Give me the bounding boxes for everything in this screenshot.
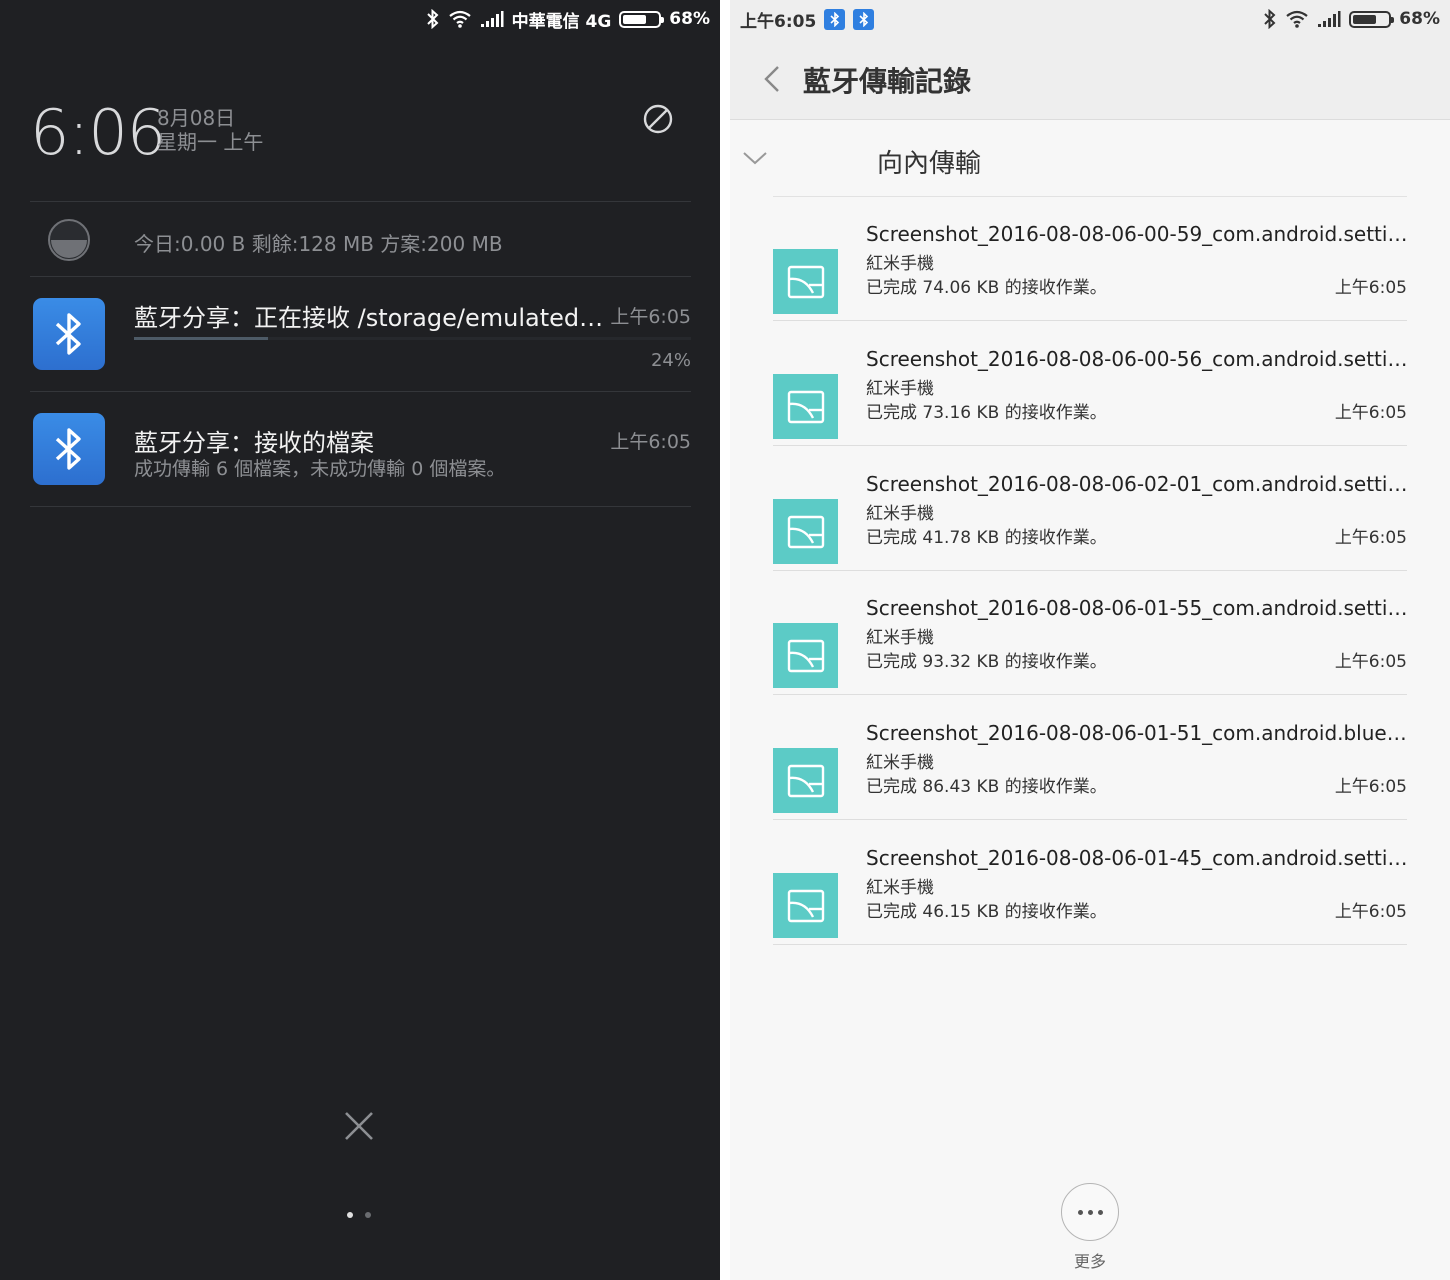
notification-shade: 中華電信 4G 68% 6:06 8月08日 星期一 上午 今日:0.00 B … xyxy=(0,0,720,1280)
bluetooth-app-icon xyxy=(33,413,105,485)
file-row[interactable]: Screenshot_2016-08-08-06-00-56_com.andro… xyxy=(773,321,1411,446)
file-time: 上午6:05 xyxy=(1334,278,1407,298)
clock-date: 8月08日 星期一 上午 xyxy=(157,106,263,154)
clock-time: 6:06 xyxy=(30,96,166,169)
date-label: 8月08日 xyxy=(157,106,236,130)
bluetooth-icon xyxy=(426,9,439,29)
file-status: 已完成 86.43 KB 的接收作業。 xyxy=(866,777,1107,797)
file-time: 上午6:05 xyxy=(1334,403,1407,423)
file-name: Screenshot_2016-08-08-06-00-56_com.andro… xyxy=(866,347,1411,371)
do-not-disturb-icon[interactable] xyxy=(642,103,674,135)
battery-percent: 68% xyxy=(1399,9,1440,29)
image-file-icon xyxy=(773,249,838,314)
notification-title: 藍牙分享：接收的檔案 xyxy=(134,429,374,457)
data-usage-text: 今日:0.00 B 剩餘:128 MB 方案:200 MB xyxy=(134,232,503,256)
file-status: 已完成 46.15 KB 的接收作業。 xyxy=(866,902,1107,922)
file-name: Screenshot_2016-08-08-06-02-01_com.andro… xyxy=(866,472,1411,496)
file-device: 紅米手機 xyxy=(866,628,934,648)
progress-percent: 24% xyxy=(650,350,691,371)
image-file-icon xyxy=(773,748,838,813)
status-bar: 中華電信 4G 68% xyxy=(426,0,710,38)
weekday-label: 星期一 上午 xyxy=(157,130,264,154)
section-title-incoming[interactable]: 向內傳輸 xyxy=(877,143,981,180)
panel-separator xyxy=(720,0,730,1280)
close-icon[interactable] xyxy=(343,1110,375,1142)
signal-icon xyxy=(1318,11,1341,27)
battery-icon xyxy=(619,10,665,28)
file-time: 上午6:05 xyxy=(1334,902,1407,922)
bluetooth-notification-icon xyxy=(824,8,846,30)
bluetooth-notification-icon xyxy=(853,8,875,30)
status-bar: 上午6:05 68% xyxy=(740,0,1440,38)
page-dot xyxy=(365,1212,371,1218)
file-status: 已完成 73.16 KB 的接收作業。 xyxy=(866,403,1107,423)
notification-title: 藍牙分享：正在接收 /storage/emulated/0.. xyxy=(134,304,606,332)
more-dot-icon xyxy=(1097,1209,1103,1215)
status-time: 上午6:05 xyxy=(740,11,817,32)
bluetooth-icon xyxy=(1264,9,1276,29)
divider xyxy=(30,506,691,507)
file-time: 上午6:05 xyxy=(1334,652,1407,672)
file-row[interactable]: Screenshot_2016-08-08-06-02-01_com.andro… xyxy=(773,446,1411,571)
signal-icon xyxy=(480,11,504,27)
image-file-icon xyxy=(773,873,838,938)
file-device: 紅米手機 xyxy=(866,379,934,399)
page-indicator xyxy=(347,1212,371,1218)
file-row[interactable]: Screenshot_2016-08-08-06-01-51_com.andro… xyxy=(773,695,1411,820)
file-row[interactable]: Screenshot_2016-08-08-06-00-59_com.andro… xyxy=(773,196,1411,321)
file-device: 紅米手機 xyxy=(866,878,934,898)
file-row[interactable]: Screenshot_2016-08-08-06-01-45_com.andro… xyxy=(773,820,1411,945)
page-dot-active xyxy=(347,1212,353,1218)
file-time: 上午6:05 xyxy=(1334,528,1407,548)
file-device: 紅米手機 xyxy=(866,753,934,773)
wifi-icon xyxy=(1286,10,1308,28)
bluetooth-icon xyxy=(55,313,81,355)
battery-percent: 68% xyxy=(669,9,710,29)
chevron-down-icon[interactable] xyxy=(742,148,768,168)
file-status: 已完成 93.32 KB 的接收作業。 xyxy=(866,652,1107,672)
file-name: Screenshot_2016-08-08-06-01-55_com.andro… xyxy=(866,596,1411,620)
notification-time: 上午6:05 xyxy=(610,306,691,328)
notification-subtitle: 成功傳輸 6 個檔案，未成功傳輸 0 個檔案。 xyxy=(134,458,506,480)
file-status: 已完成 74.06 KB 的接收作業。 xyxy=(866,278,1107,298)
more-button[interactable] xyxy=(1061,1183,1119,1241)
bluetooth-app-icon xyxy=(33,298,105,370)
file-name: Screenshot_2016-08-08-06-01-45_com.andro… xyxy=(866,846,1411,870)
carrier-label: 中華電信 4G xyxy=(511,11,612,32)
back-arrow-icon[interactable] xyxy=(760,63,784,95)
file-name: Screenshot_2016-08-08-06-01-51_com.andro… xyxy=(866,721,1411,745)
data-usage-icon[interactable] xyxy=(46,217,92,263)
more-dot-icon xyxy=(1087,1209,1093,1215)
file-device: 紅米手機 xyxy=(866,254,934,274)
wifi-icon xyxy=(448,10,471,28)
file-time: 上午6:05 xyxy=(1334,777,1407,797)
more-label[interactable]: 更多 xyxy=(1060,1248,1120,1272)
notification-time: 上午6:05 xyxy=(610,431,691,453)
app-header: 上午6:05 68% 藍牙傳輸記錄 xyxy=(730,0,1450,120)
image-file-icon xyxy=(773,623,838,688)
battery-icon xyxy=(1349,10,1395,28)
divider xyxy=(30,391,691,392)
progress-bar xyxy=(134,337,691,340)
file-row[interactable]: Screenshot_2016-08-08-06-01-55_com.andro… xyxy=(773,570,1411,695)
divider xyxy=(30,276,691,277)
page-title: 藍牙傳輸記錄 xyxy=(803,65,972,98)
bluetooth-icon xyxy=(55,428,81,470)
image-file-icon xyxy=(773,374,838,439)
divider xyxy=(30,201,691,202)
file-status: 已完成 41.78 KB 的接收作業。 xyxy=(866,528,1107,548)
file-name: Screenshot_2016-08-08-06-00-59_com.andro… xyxy=(866,222,1411,246)
bluetooth-transfer-log: 上午6:05 68% 藍牙傳輸記錄 向內傳輸 Screenshot_2016-0… xyxy=(730,0,1450,1280)
file-device: 紅米手機 xyxy=(866,504,934,524)
image-file-icon xyxy=(773,499,838,564)
more-dot-icon xyxy=(1077,1209,1083,1215)
